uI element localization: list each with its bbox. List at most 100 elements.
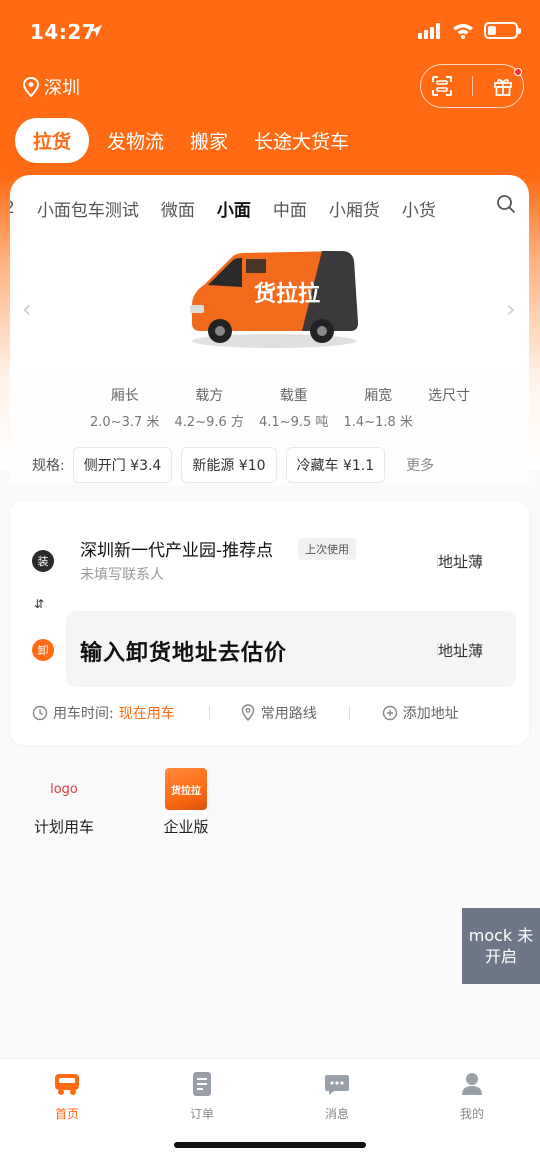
prev-vehicle-arrow[interactable]: ‹ <box>22 295 32 323</box>
status-time: 14:27 <box>30 20 97 44</box>
vehicle-card: 2 小面包车测试 微面 小面 中面 小厢货 小货 ‹ › 货拉拉 厢长 2.0~… <box>10 175 529 485</box>
vehicle-specs: 厢长 2.0~3.7 米 载方 4.2~9.6 方 载重 4.1~9.5 吨 厢… <box>90 385 470 430</box>
vehicle-tab-small-van-test[interactable]: 小面包车测试 <box>37 196 139 221</box>
spec-length: 厢长 2.0~3.7 米 <box>90 385 159 430</box>
plan-car-tool[interactable]: logo 计划用车 <box>28 768 100 837</box>
tab-home-label: 首页 <box>54 1107 79 1121</box>
vehicle-tab-small-truck[interactable]: 小货 <box>402 196 436 221</box>
scan-icon[interactable] <box>431 75 453 97</box>
status-indicators <box>418 22 521 39</box>
spec-value: 4.2~9.6 方 <box>174 415 244 430</box>
spec-value: 1.4~1.8 米 <box>343 415 413 430</box>
service-tabs: 拉货 发物流 搬家 长途大货车 <box>15 118 375 163</box>
loading-contact[interactable]: 未填写联系人 <box>80 564 164 584</box>
tabs-fade <box>465 185 487 229</box>
spec-label: 载方 <box>195 388 224 404</box>
chips-more-link[interactable]: 更多 <box>406 455 434 475</box>
mock-toggle-button[interactable]: mock 未 开启 <box>462 908 540 984</box>
tab-wuliu[interactable]: 发物流 <box>107 127 164 154</box>
enterprise-tool[interactable]: 货拉拉 企业版 <box>150 768 222 837</box>
loading-address[interactable]: 深圳新一代产业园-推荐点 <box>80 536 273 561</box>
van-brand-text: 货拉拉 <box>254 281 320 307</box>
signal-icon <box>418 22 440 39</box>
last-used-tag: 上次使用 <box>298 538 356 560</box>
vehicle-tab-2[interactable]: 2 <box>10 198 15 218</box>
city-name: 深圳 <box>44 78 80 99</box>
top-actions <box>420 64 524 108</box>
next-vehicle-arrow[interactable]: › <box>506 295 516 323</box>
vehicle-tabs: 2 小面包车测试 微面 小面 中面 小厢货 小货 <box>10 193 480 223</box>
spec-volume: 载方 4.2~9.6 方 <box>175 385 244 430</box>
use-time-value: 现在用车 <box>118 706 175 722</box>
gift-icon[interactable] <box>492 75 514 97</box>
chip-side-door[interactable]: 侧开门 ¥3.4 <box>72 447 173 483</box>
truck-icon <box>55 1074 79 1095</box>
plan-car-label: 计划用车 <box>33 818 94 836</box>
battery-icon <box>484 22 521 39</box>
status-bar: 14:27 <box>0 0 540 64</box>
spec-label: 厢宽 <box>364 388 393 404</box>
city-selector[interactable]: 深圳 <box>22 74 80 100</box>
chip-refrigerated[interactable]: 冷藏车 ¥1.1 <box>285 447 386 483</box>
use-time-selector[interactable]: 用车时间: 现在用车 <box>32 703 175 723</box>
spec-width: 厢宽 1.4~1.8 米 <box>344 385 413 430</box>
enterprise-logo: 货拉拉 <box>165 768 207 810</box>
plus-circle-icon <box>382 705 397 721</box>
tab-messages-label: 消息 <box>324 1107 349 1121</box>
spec-label: 选尺寸 <box>428 388 470 404</box>
address-book-button[interactable]: 地址薄 <box>438 551 483 572</box>
location-pin-icon <box>241 704 254 722</box>
tab-messages[interactable]: 消息 <box>297 1071 377 1122</box>
tab-orders[interactable]: 订单 <box>162 1071 242 1122</box>
swap-icon[interactable]: ⇵ <box>34 597 44 611</box>
common-routes-label: 常用路线 <box>260 706 317 722</box>
address-options-row: 用车时间: 现在用车 常用路线 添加地址 <box>32 703 512 723</box>
tab-orders-label: 订单 <box>189 1107 214 1121</box>
location-arrow-icon <box>90 25 102 37</box>
notification-dot <box>514 68 522 76</box>
spec-label: 载重 <box>279 388 308 404</box>
spec-choose-size[interactable]: 选尺寸 <box>428 385 470 430</box>
option-divider <box>208 706 210 720</box>
mock-line2: 开启 <box>484 947 517 966</box>
add-address-label: 添加地址 <box>402 706 459 722</box>
use-time-label: 用车时间: <box>53 706 114 722</box>
profile-icon <box>462 1073 482 1095</box>
add-address-button[interactable]: 添加地址 <box>382 703 459 723</box>
location-pin-icon <box>22 77 40 97</box>
spec-weight: 载重 4.1~9.5 吨 <box>259 385 328 430</box>
vehicle-tab-mid-van[interactable]: 中面 <box>273 196 307 221</box>
clock-icon <box>32 705 48 721</box>
chips-label: 规格: <box>32 458 65 474</box>
spec-value: 4.1~9.5 吨 <box>259 415 329 430</box>
tab-banjia[interactable]: 搬家 <box>190 127 228 154</box>
unload-badge: 卸 <box>32 639 54 661</box>
search-icon[interactable] <box>496 194 516 214</box>
enterprise-logo-wrap: 货拉拉 <box>165 768 207 810</box>
tab-profile[interactable]: 我的 <box>432 1071 512 1122</box>
order-icon <box>193 1072 211 1096</box>
vehicle-tab-small-van[interactable]: 小面 <box>217 196 251 221</box>
bottom-tab-bar: 首页 订单 消息 我的 <box>0 1058 540 1168</box>
tab-changtu[interactable]: 长途大货车 <box>254 127 349 154</box>
wifi-icon <box>453 23 473 39</box>
tab-home[interactable]: 首页 <box>27 1071 107 1122</box>
option-divider <box>348 706 350 720</box>
common-routes-button[interactable]: 常用路线 <box>240 703 317 723</box>
vehicle-tab-small-box[interactable]: 小厢货 <box>329 196 380 221</box>
unload-address-input[interactable]: 输入卸货地址去估价 <box>80 635 287 667</box>
quick-tools: logo 计划用车 货拉拉 企业版 <box>28 768 222 837</box>
load-badge: 装 <box>32 550 54 572</box>
address-card: 装 深圳新一代产业园-推荐点 上次使用 未填写联系人 地址薄 ⇵ 卸 输入卸货地… <box>10 501 529 745</box>
tab-profile-label: 我的 <box>459 1107 484 1121</box>
spec-chips: 规格: 侧开门 ¥3.4 新能源 ¥10 冷藏车 ¥1.1 更多 <box>32 447 434 483</box>
address-book-button[interactable]: 地址薄 <box>438 640 483 661</box>
plan-car-logo: logo <box>50 781 78 797</box>
spec-value: 2.0~3.7 米 <box>90 415 160 430</box>
mock-line1: mock 未 <box>468 926 534 945</box>
vehicle-tab-micro[interactable]: 微面 <box>161 196 195 221</box>
home-indicator <box>174 1142 366 1148</box>
chip-new-energy[interactable]: 新能源 ¥10 <box>181 447 277 483</box>
van-image: 货拉拉 <box>190 251 358 348</box>
tab-lahuo[interactable]: 拉货 <box>15 118 90 163</box>
